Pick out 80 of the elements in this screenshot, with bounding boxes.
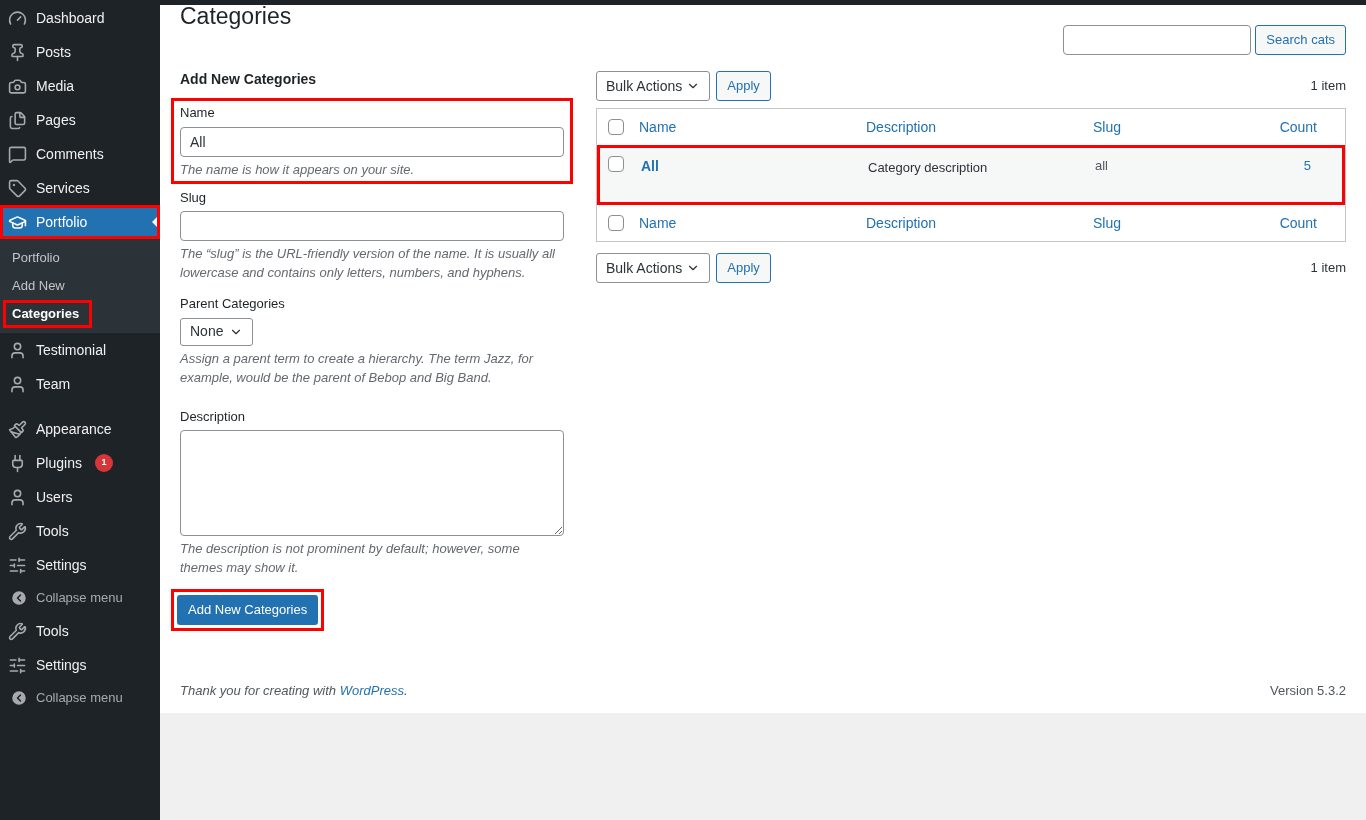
field-label: Name — [180, 104, 216, 122]
collapse-icon — [10, 589, 28, 607]
apply-button[interactable]: Apply — [716, 253, 771, 283]
category-name-link[interactable]: All — [641, 156, 868, 178]
speech-bubble-icon — [8, 144, 27, 164]
collapse-menu-button[interactable]: Collapse menu — [0, 682, 160, 714]
add-category-button[interactable]: Add New Categories — [177, 595, 319, 625]
field-label: Slug — [180, 188, 208, 207]
bulk-actions-dropdown[interactable]: Bulk Actions — [596, 253, 711, 283]
tag-icon — [8, 178, 27, 198]
person-icon — [8, 374, 27, 394]
sidebar-item[interactable]: Settings — [0, 548, 160, 582]
submenu-item[interactable]: Categories — [3, 300, 92, 328]
column-header-link[interactable]: Count — [1253, 212, 1317, 234]
sliders-icon — [8, 555, 27, 575]
sidebar-item[interactable]: Media — [0, 69, 160, 103]
apply-button[interactable]: Apply — [716, 71, 771, 101]
submenu-item[interactable]: Add New — [3, 272, 157, 300]
field-hint: The name is how it appears on your site. — [180, 160, 416, 179]
post-count-link[interactable]: 5 — [1255, 156, 1311, 178]
field-hint: Assign a parent term to create a hierarchy. The term Jazz, for example, would be the parent of Bebop and Big Band. — [180, 349, 535, 387]
sidebar-item[interactable]: Tools — [0, 514, 160, 548]
sidebar-item[interactable]: Testimonial — [0, 333, 160, 367]
item-count: 1 item — [1310, 77, 1346, 96]
field-label: Description — [180, 407, 247, 426]
table-cell-text: all — [1095, 157, 1109, 175]
person-icon — [8, 340, 27, 360]
field-hint: The description is not prominent by default; however, some themes may show it. — [180, 540, 521, 577]
bulk-actions-dropdown[interactable]: Bulk Actions — [596, 71, 711, 101]
column-header-link[interactable]: Count — [1253, 116, 1317, 138]
sidebar-item[interactable]: Pages — [0, 103, 160, 137]
wrench-icon — [8, 521, 27, 541]
column-header-link[interactable]: Description — [866, 212, 1093, 234]
text-field[interactable] — [180, 211, 564, 241]
column-header-link[interactable]: Slug — [1093, 116, 1253, 138]
sliders-icon — [8, 655, 27, 675]
sidebar-item[interactable]: Tools — [0, 614, 160, 648]
sidebar-item[interactable]: Users — [0, 480, 160, 514]
wordpress-link[interactable]: WordPress — [339, 683, 404, 698]
description-field[interactable] — [180, 430, 564, 536]
checkbox[interactable] — [608, 156, 624, 172]
item-count: 1 item — [1310, 259, 1346, 278]
submenu-item[interactable]: Portfolio — [3, 244, 157, 272]
checkbox[interactable] — [608, 215, 624, 231]
camera-icon — [8, 76, 27, 96]
field-label: Parent Categories — [180, 295, 286, 313]
sidebar-item[interactable]: Comments — [0, 137, 160, 171]
version-text: Version 5.3.2 — [1270, 682, 1346, 700]
pin-icon — [8, 42, 27, 62]
sidebar-item[interactable]: Services — [0, 171, 160, 205]
collapse-icon — [10, 689, 28, 707]
column-header-link[interactable]: Name — [639, 116, 866, 138]
sidebar-item[interactable]: Dashboard — [0, 1, 160, 35]
sidebar-item[interactable]: Posts — [0, 35, 160, 69]
sidebar-item[interactable]: Team — [0, 367, 160, 401]
search-button[interactable]: Search cats — [1255, 25, 1346, 55]
footer-thanks: Thank you for creating with WordPress. — [180, 682, 408, 700]
checkbox[interactable] — [608, 119, 624, 135]
sidebar-item[interactable]: Settings — [0, 648, 160, 682]
table-row[interactable]: All Category description all 5 — [597, 145, 1345, 205]
gauge-icon — [8, 8, 27, 28]
text-field[interactable]: All — [180, 126, 564, 157]
page-title: Categories — [180, 3, 292, 29]
sidebar-item[interactable]: Plugins 1 — [0, 446, 160, 480]
update-count-badge: 1 — [94, 454, 113, 472]
collapse-menu-button[interactable]: Collapse menu — [0, 582, 160, 614]
person-icon — [8, 487, 27, 507]
paintbrush-icon — [8, 419, 27, 439]
field-hint: The “slug” is the URL-friendly version of the name. It is usually all lowercase and contains only letters, numbers, and hyphens. — [180, 245, 556, 282]
table-cell-text: Category description — [868, 159, 989, 177]
column-header-link[interactable]: Name — [639, 212, 866, 234]
pages-icon — [8, 110, 27, 130]
column-header-link[interactable]: Slug — [1093, 212, 1253, 234]
wrench-icon — [8, 621, 27, 641]
form-heading: Add New Categories — [180, 70, 318, 89]
column-header-link[interactable]: Description — [866, 116, 1093, 138]
sidebar-item[interactable]: Appearance — [0, 412, 160, 446]
search-field[interactable] — [1063, 25, 1252, 55]
parent-dropdown[interactable]: None — [180, 317, 254, 346]
sidebar-item[interactable]: Portfolio — [0, 205, 160, 239]
